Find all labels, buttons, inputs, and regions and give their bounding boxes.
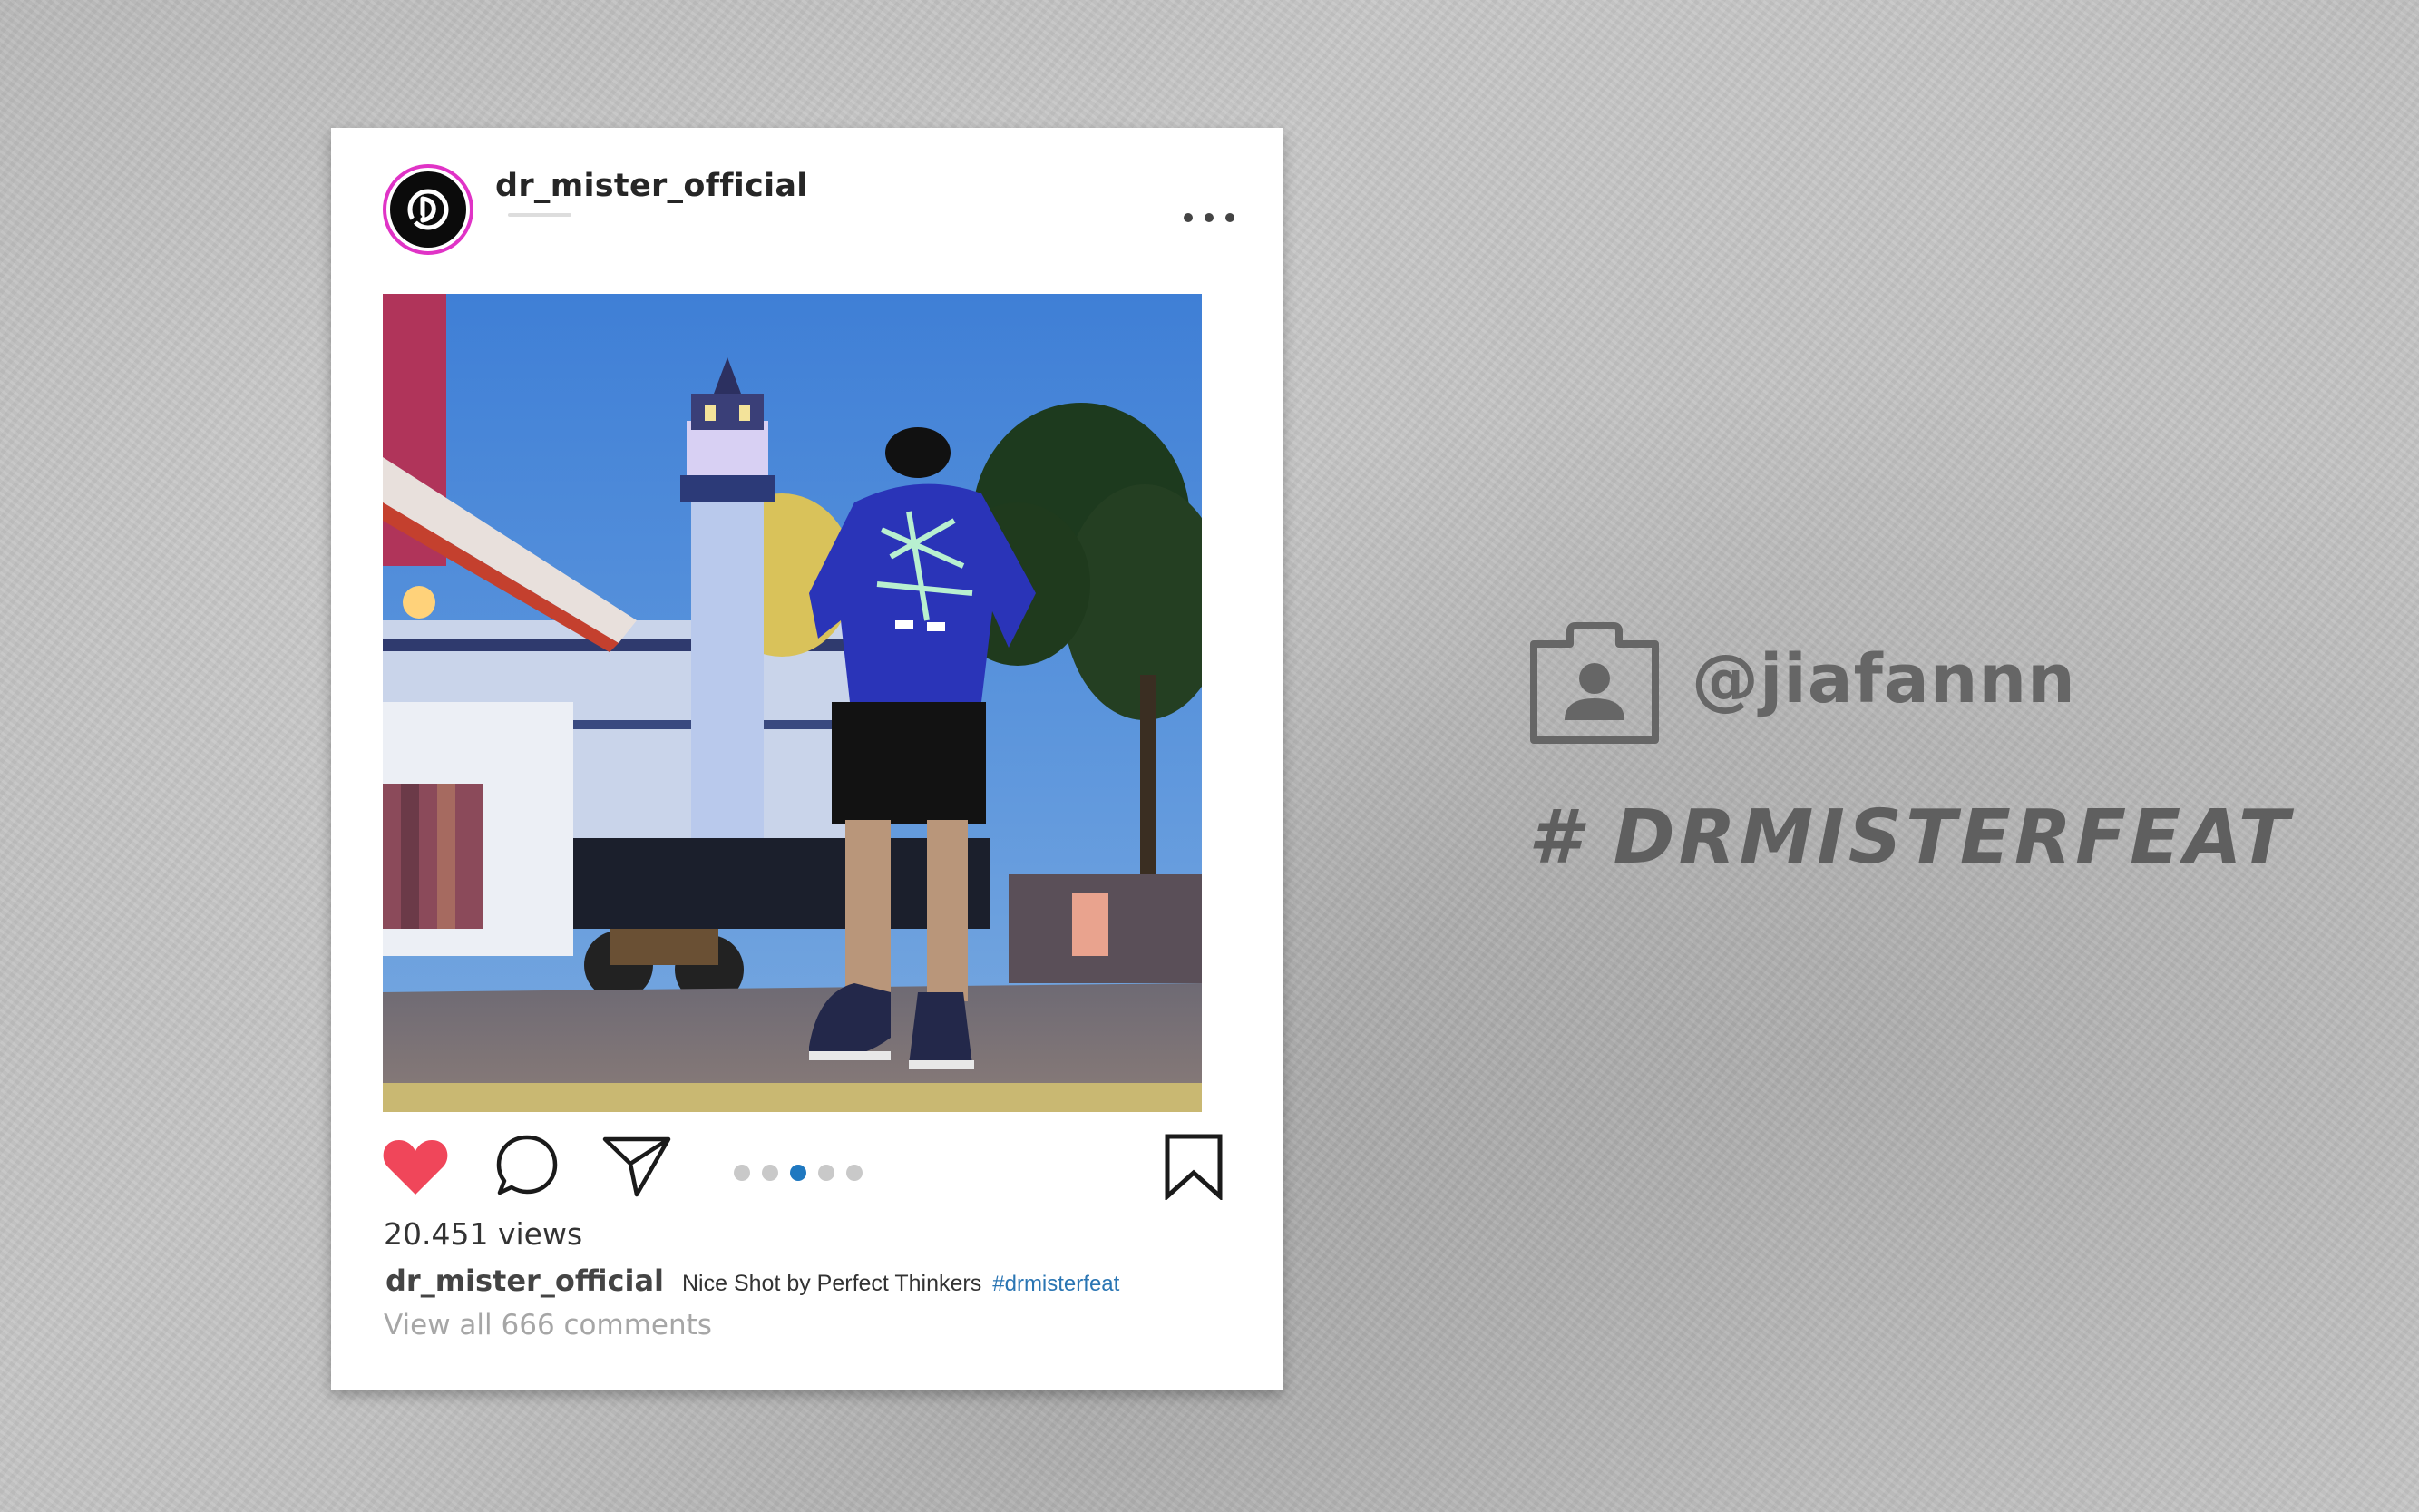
logo-mark-icon (407, 189, 449, 230)
carousel-dot[interactable] (818, 1165, 834, 1181)
side-hashtag: # DRMISTERFEAT (1528, 795, 2293, 881)
post-photo[interactable] (383, 294, 1202, 1112)
instagram-post-card: dr_mister_official 20.451 views dr_miste… (331, 128, 1283, 1390)
caption-username[interactable]: dr_mister_official (385, 1263, 664, 1298)
comment-icon[interactable] (494, 1133, 560, 1198)
post-caption: dr_mister_official Nice Shot by Perfect … (385, 1263, 1119, 1298)
more-options-button[interactable] (1184, 204, 1234, 231)
location-placeholder (508, 213, 571, 217)
profile-icon (1530, 622, 1659, 744)
view-all-comments-link[interactable]: View all 666 comments (384, 1309, 712, 1341)
avatar[interactable] (383, 164, 473, 255)
carousel-indicator (734, 1165, 863, 1181)
brand-logo (390, 171, 466, 248)
carousel-dot[interactable] (762, 1165, 778, 1181)
send-icon[interactable] (600, 1135, 673, 1198)
more-icon (1184, 213, 1193, 222)
carousel-dot[interactable] (846, 1165, 863, 1181)
carousel-dot[interactable] (734, 1165, 750, 1181)
bookmark-icon[interactable] (1164, 1133, 1224, 1200)
post-username[interactable]: dr_mister_official (495, 168, 808, 204)
view-count: 20.451 views (384, 1216, 583, 1252)
photo-illustration (383, 294, 1202, 1112)
carousel-dot-active[interactable] (790, 1165, 806, 1181)
caption-text: Nice Shot by Perfect Thinkers (682, 1271, 982, 1296)
caption-hashtag-link[interactable]: #drmisterfeat (992, 1272, 1119, 1297)
side-handle: @jiafannn (1692, 640, 2076, 718)
heart-icon[interactable] (381, 1135, 450, 1198)
